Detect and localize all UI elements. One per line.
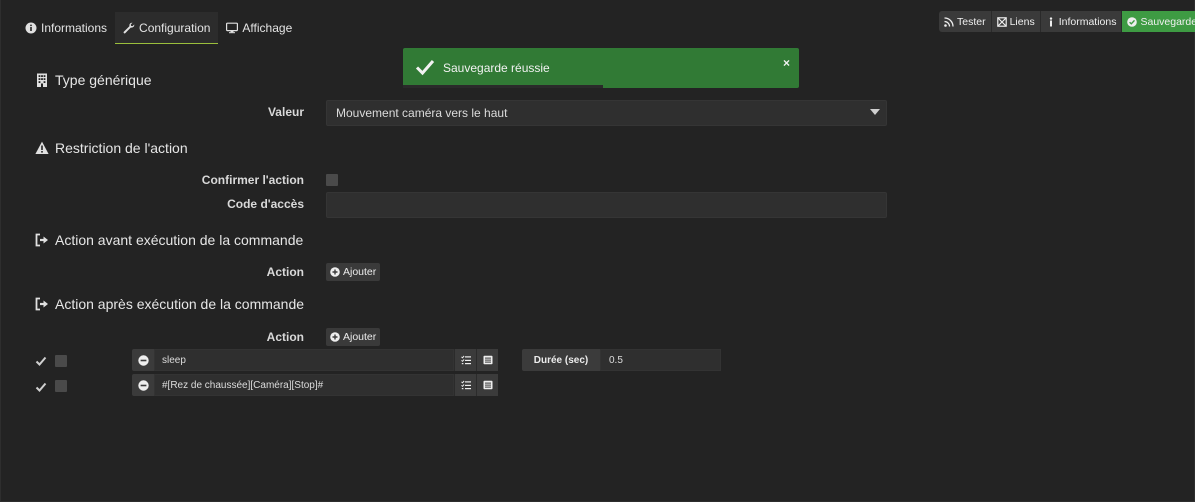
select-command-button[interactable] <box>476 349 498 371</box>
tab-affichage[interactable]: Affichage <box>218 12 300 44</box>
duree-input[interactable]: 0.5 <box>600 349 721 371</box>
action-row: sleep <box>132 349 498 371</box>
toast-close-button[interactable]: × <box>783 56 790 70</box>
toast-message: Sauvegarde réussie <box>443 61 550 75</box>
list-alt-icon <box>483 380 492 390</box>
section-action-apres: Action après exécution de la commande <box>35 296 304 312</box>
monitor-icon <box>226 22 239 34</box>
select-action-button[interactable] <box>454 349 476 371</box>
section-type-generique: Type générique <box>35 72 152 88</box>
wrench-icon <box>123 22 135 33</box>
section-action-avant: Action avant exécution de la commande <box>35 232 303 248</box>
parallel-checkbox[interactable] <box>55 355 67 367</box>
tab-label: Configuration <box>139 20 211 35</box>
remove-action-button[interactable] <box>132 374 154 396</box>
confirmer-checkbox[interactable] <box>326 174 338 186</box>
plus-circle-icon <box>330 332 340 342</box>
success-toast: Sauvegarde réussie × <box>403 48 799 88</box>
info-circle-icon <box>25 22 37 34</box>
liens-button[interactable]: Liens <box>991 11 1041 32</box>
informations-button[interactable]: Informations <box>1040 11 1123 32</box>
valeur-label: Valeur <box>267 105 304 119</box>
tester-button[interactable]: Tester <box>939 11 992 32</box>
minus-circle-icon <box>137 354 149 366</box>
warning-icon <box>35 141 49 154</box>
enabled-check-icon[interactable] <box>35 381 47 393</box>
tab-informations[interactable]: Informations <box>17 12 115 44</box>
sauvegarder-button[interactable]: Sauvegarder <box>1122 11 1195 32</box>
action-command-input[interactable]: #[Rez de chaussée][Caméra][Stop]# <box>154 374 454 396</box>
tasks-icon <box>460 380 471 390</box>
code-acces-input[interactable] <box>326 192 887 218</box>
tab-label: Affichage <box>242 21 293 35</box>
action-row: #[Rez de chaussée][Caméra][Stop]# <box>132 374 498 396</box>
check-circle-icon <box>1127 16 1138 27</box>
valeur-selected-value: Mouvement caméra vers le haut <box>336 106 508 120</box>
action-command-input[interactable]: sleep <box>154 349 454 371</box>
parallel-checkbox[interactable] <box>55 380 67 392</box>
code-acces-label: Code d'accès <box>227 197 304 211</box>
tab-bar: Informations Configuration Affichage <box>17 12 300 44</box>
add-action-apres-button[interactable]: Ajouter <box>326 328 381 346</box>
tab-label: Informations <box>41 21 108 35</box>
valeur-select[interactable]: Mouvement caméra vers le haut <box>326 100 887 126</box>
sign-out-icon <box>35 233 48 247</box>
duree-label: Durée (sec) <box>522 349 600 371</box>
checkmark-icon <box>415 60 435 76</box>
building-icon <box>37 73 47 87</box>
section-restriction: Restriction de l'action <box>35 140 188 156</box>
tab-configuration[interactable]: Configuration <box>115 12 219 44</box>
chevron-down-icon <box>870 109 880 115</box>
action-apres-label: Action <box>266 330 304 344</box>
select-command-button[interactable] <box>476 374 498 396</box>
confirmer-label: Confirmer l'action <box>201 173 304 187</box>
sign-out-icon <box>35 297 48 311</box>
plus-circle-icon <box>330 267 340 277</box>
toast-progress-bar <box>403 85 603 88</box>
rss-icon <box>944 16 954 27</box>
enabled-check-icon[interactable] <box>35 355 47 367</box>
links-icon <box>996 16 1007 27</box>
remove-action-button[interactable] <box>132 349 154 371</box>
list-alt-icon <box>483 355 492 365</box>
action-toolbar: Tester Liens Informations Sauvegarder <box>939 11 1195 32</box>
action-avant-label: Action <box>266 265 304 279</box>
add-action-avant-button[interactable]: Ajouter <box>326 263 381 281</box>
tasks-icon <box>460 355 471 365</box>
info-icon <box>1049 16 1052 26</box>
minus-circle-icon <box>137 379 149 391</box>
select-action-button[interactable] <box>454 374 476 396</box>
